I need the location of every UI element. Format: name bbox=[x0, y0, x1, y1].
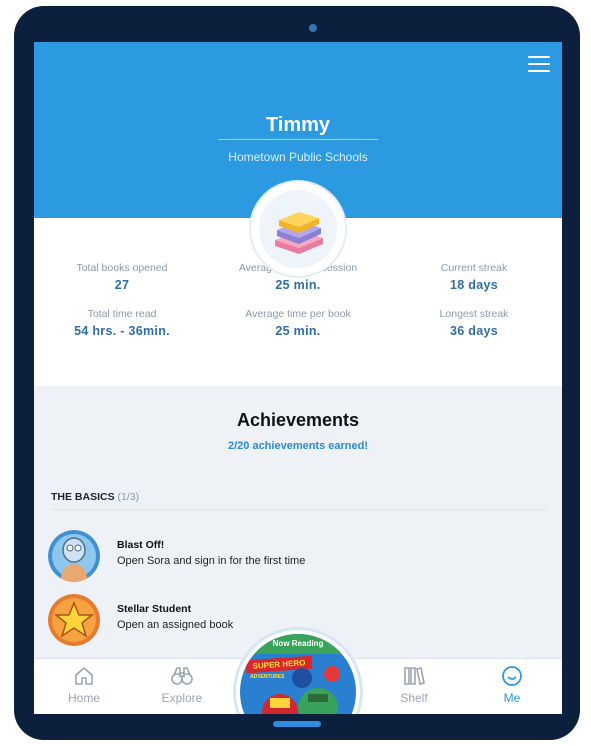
app-screen: Timmy Hometown Public Schools Total book… bbox=[34, 42, 562, 714]
nav-explore[interactable]: Explore bbox=[142, 665, 222, 705]
achievement-name: Stellar Student bbox=[117, 603, 192, 615]
nav-shelf[interactable]: Shelf bbox=[374, 665, 454, 705]
stat-value: 18 days bbox=[450, 278, 498, 292]
school-name: Hometown Public Schools bbox=[228, 150, 368, 164]
bookshelf-icon bbox=[404, 667, 425, 685]
binoculars-icon bbox=[171, 667, 193, 685]
avatar[interactable] bbox=[251, 182, 345, 276]
stat-total-books: Total books opened 27 bbox=[34, 262, 210, 292]
stat-value: 27 bbox=[114, 278, 130, 292]
section-count: (1/3) bbox=[117, 491, 140, 503]
achievement-name: Blast Off! bbox=[117, 539, 165, 551]
stat-label: Total time read bbox=[87, 308, 157, 320]
now-reading-button[interactable]: Now Reading SUPER HERO ADVENTURES bbox=[236, 630, 360, 714]
book-cover: Now Reading SUPER HERO ADVENTURES bbox=[240, 634, 356, 714]
hamburger-menu-icon[interactable] bbox=[528, 56, 550, 72]
stat-value: 36 days bbox=[450, 324, 498, 338]
user-name: Timmy bbox=[265, 114, 331, 136]
smiley-icon bbox=[502, 666, 522, 686]
section-divider bbox=[51, 509, 547, 510]
camera-dot bbox=[309, 24, 317, 32]
home-indicator[interactable] bbox=[273, 721, 321, 727]
section-title-text: THE BASICS bbox=[51, 491, 115, 503]
astronaut-badge-icon bbox=[48, 530, 100, 582]
books-stack-icon bbox=[275, 212, 323, 254]
stat-value: 54 hrs. - 36min. bbox=[74, 324, 170, 338]
stat-value: 25 min. bbox=[275, 324, 321, 338]
stat-label: Total books opened bbox=[76, 262, 168, 274]
nav-label: Shelf bbox=[400, 691, 428, 705]
name-divider bbox=[218, 139, 378, 140]
stat-total-time: Total time read 54 hrs. - 36min. bbox=[34, 308, 210, 338]
superheroes-illustration bbox=[262, 666, 340, 714]
nav-label: Me bbox=[503, 691, 521, 705]
stat-label: Average time per book bbox=[245, 308, 351, 320]
stat-avg-book: Average time per book 25 min. bbox=[210, 308, 386, 338]
nav-me[interactable]: Me bbox=[472, 665, 552, 705]
stat-label: Current streak bbox=[440, 262, 508, 274]
section-title: THE BASICS (1/3) bbox=[51, 491, 139, 503]
stat-label: Longest streak bbox=[439, 308, 509, 320]
achievements-title: Achievements bbox=[236, 410, 360, 430]
stat-current-streak: Current streak 18 days bbox=[386, 262, 562, 292]
home-icon bbox=[75, 667, 93, 685]
stat-longest-streak: Longest streak 36 days bbox=[386, 308, 562, 338]
star-badge-icon bbox=[48, 594, 100, 646]
nav-label: Explore bbox=[161, 691, 203, 705]
nav-label: Home bbox=[67, 691, 100, 705]
achievements-earned[interactable]: 2/20 achievements earned! bbox=[34, 440, 562, 452]
nav-home[interactable]: Home bbox=[44, 665, 124, 705]
achievement-item[interactable]: Blast Off! Open Sora and sign in for the… bbox=[48, 530, 508, 586]
stat-value: 25 min. bbox=[275, 278, 321, 292]
achievement-description: Open an assigned book bbox=[117, 619, 234, 631]
achievement-description: Open Sora and sign in for the first time bbox=[117, 555, 306, 567]
